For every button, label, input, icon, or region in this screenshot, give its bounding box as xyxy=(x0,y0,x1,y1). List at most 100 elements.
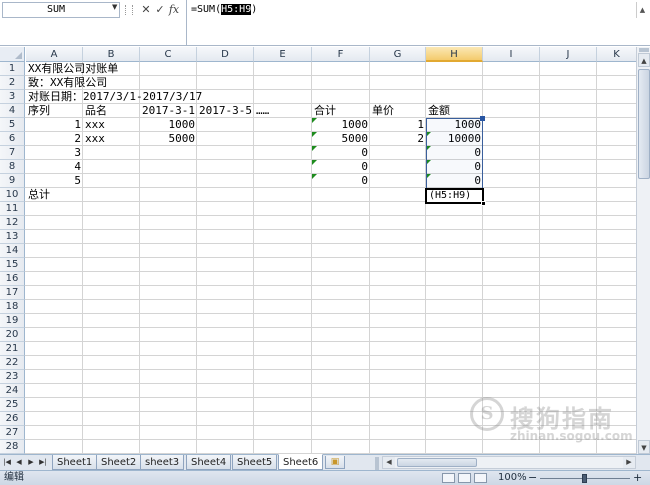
fill-handle[interactable] xyxy=(481,201,486,206)
row-header-1[interactable]: 1 xyxy=(0,62,25,76)
cell-f7[interactable]: 0 xyxy=(312,146,370,160)
cell-b4[interactable]: 品名 xyxy=(83,104,107,118)
cell-g4[interactable]: 单价 xyxy=(370,104,394,118)
row-header-5[interactable]: 5 xyxy=(0,118,25,132)
normal-view-icon[interactable] xyxy=(442,473,455,483)
horizontal-scrollbar[interactable]: ◀ ▶ xyxy=(375,456,636,470)
error-indicator-icon[interactable] xyxy=(312,118,317,123)
horizontal-scroll-thumb[interactable] xyxy=(397,458,477,467)
enter-formula-button[interactable]: ✓ xyxy=(153,2,167,18)
page-break-view-icon[interactable] xyxy=(474,473,487,483)
prev-sheet-icon[interactable]: ◀ xyxy=(14,456,24,469)
row-header-11[interactable]: 11 xyxy=(0,202,25,216)
sheet-tab-sheet2[interactable]: Sheet2 xyxy=(96,455,142,470)
column-header-d[interactable]: D xyxy=(197,47,254,62)
sheet-tab-sheet6[interactable]: Sheet6 xyxy=(278,454,324,470)
row-header-21[interactable]: 21 xyxy=(0,342,25,356)
error-indicator-icon[interactable] xyxy=(312,174,317,179)
cell-e4[interactable]: …… xyxy=(254,104,269,118)
cell-f4[interactable]: 合计 xyxy=(312,104,336,118)
cell-f8[interactable]: 0 xyxy=(312,160,370,174)
cell-a9[interactable]: 5 xyxy=(26,174,83,188)
cell-a3[interactable]: 对账日期：2017/3/1-2017/3/17 xyxy=(26,90,202,104)
row-header-2[interactable]: 2 xyxy=(0,76,25,90)
formula-input[interactable]: =SUM(H5:H9) xyxy=(190,3,258,17)
column-header-c[interactable]: C xyxy=(140,47,197,62)
row-header-16[interactable]: 16 xyxy=(0,272,25,286)
column-header-f[interactable]: F xyxy=(312,47,370,62)
cell-g6[interactable]: 2 xyxy=(370,132,426,146)
cell-a10[interactable]: 总计 xyxy=(26,188,50,202)
horizontal-split-handle[interactable] xyxy=(375,457,379,470)
select-all-button[interactable] xyxy=(0,47,25,62)
zoom-in-button[interactable]: + xyxy=(633,471,642,485)
cell-c6[interactable]: 5000 xyxy=(140,132,197,146)
row-header-9[interactable]: 9 xyxy=(0,174,25,188)
cell-f5[interactable]: 1000 xyxy=(312,118,370,132)
cancel-formula-button[interactable]: ✕ xyxy=(139,2,153,18)
cell-c4[interactable]: 2017-3-1 xyxy=(140,104,195,118)
cell-c5[interactable]: 1000 xyxy=(140,118,197,132)
row-header-25[interactable]: 25 xyxy=(0,398,25,412)
error-indicator-icon[interactable] xyxy=(312,132,317,137)
row-header-8[interactable]: 8 xyxy=(0,160,25,174)
cell-a8[interactable]: 4 xyxy=(26,160,83,174)
cell-d4[interactable]: 2017-3-5 xyxy=(197,104,252,118)
cell-f9[interactable]: 0 xyxy=(312,174,370,188)
first-sheet-icon[interactable]: |◀ xyxy=(2,456,12,469)
cell-g5[interactable]: 1 xyxy=(370,118,426,132)
error-indicator-icon[interactable] xyxy=(312,146,317,151)
zoom-out-button[interactable]: − xyxy=(528,471,537,485)
cell-b6[interactable]: xxx xyxy=(83,132,105,146)
row-header-18[interactable]: 18 xyxy=(0,300,25,314)
row-header-10[interactable]: 10 xyxy=(0,188,25,202)
scroll-up-arrow-icon[interactable]: ▲ xyxy=(638,53,650,67)
active-cell-editor[interactable]: (H5:H9) xyxy=(425,188,484,204)
row-header-12[interactable]: 12 xyxy=(0,216,25,230)
row-header-26[interactable]: 26 xyxy=(0,412,25,426)
row-header-22[interactable]: 22 xyxy=(0,356,25,370)
vertical-scroll-thumb[interactable] xyxy=(638,69,650,179)
name-box-dropdown-icon[interactable]: ▼ xyxy=(112,3,117,11)
column-header-b[interactable]: B xyxy=(83,47,140,62)
cell-f6[interactable]: 5000 xyxy=(312,132,370,146)
column-header-j[interactable]: J xyxy=(540,47,597,62)
cell-a4[interactable]: 序列 xyxy=(26,104,50,118)
cell-a6[interactable]: 2 xyxy=(26,132,83,146)
cell-a7[interactable]: 3 xyxy=(26,146,83,160)
scroll-left-arrow-icon[interactable]: ◀ xyxy=(383,457,395,468)
column-header-g[interactable]: G xyxy=(370,47,426,62)
column-header-a[interactable]: A xyxy=(26,47,83,62)
row-header-4[interactable]: 4 xyxy=(0,104,25,118)
column-header-h[interactable]: H xyxy=(426,47,483,62)
row-header-14[interactable]: 14 xyxy=(0,244,25,258)
row-header-19[interactable]: 19 xyxy=(0,314,25,328)
row-header-17[interactable]: 17 xyxy=(0,286,25,300)
page-layout-view-icon[interactable] xyxy=(458,473,471,483)
expand-formula-bar-button[interactable]: ▲ xyxy=(636,2,648,18)
row-header-23[interactable]: 23 xyxy=(0,370,25,384)
row-header-20[interactable]: 20 xyxy=(0,328,25,342)
formula-bar-grip-icon[interactable] xyxy=(125,5,133,15)
vertical-split-handle[interactable] xyxy=(639,48,649,52)
error-indicator-icon[interactable] xyxy=(312,160,317,165)
sheet-tab-sheet4[interactable]: Sheet4 xyxy=(186,455,232,470)
new-sheet-icon[interactable]: ▣ xyxy=(325,456,345,469)
row-header-6[interactable]: 6 xyxy=(0,132,25,146)
cell-h4[interactable]: 金额 xyxy=(426,104,450,118)
cell-a5[interactable]: 1 xyxy=(26,118,83,132)
cell-a2[interactable]: 致：XX有限公司 xyxy=(26,76,107,90)
row-header-13[interactable]: 13 xyxy=(0,230,25,244)
column-header-e[interactable]: E xyxy=(254,47,312,62)
zoom-slider-thumb[interactable] xyxy=(582,474,587,483)
column-header-i[interactable]: I xyxy=(483,47,540,62)
scroll-right-arrow-icon[interactable]: ▶ xyxy=(623,457,635,468)
next-sheet-icon[interactable]: ▶ xyxy=(26,456,36,469)
zoom-level[interactable]: 100% xyxy=(498,471,527,485)
sheet-tab-sheet5[interactable]: Sheet5 xyxy=(232,455,278,470)
name-box[interactable]: SUM xyxy=(2,2,120,18)
vertical-scrollbar[interactable]: ▲ ▼ xyxy=(636,47,650,454)
row-header-24[interactable]: 24 xyxy=(0,384,25,398)
last-sheet-icon[interactable]: ▶| xyxy=(38,456,48,469)
cell-b5[interactable]: xxx xyxy=(83,118,105,132)
